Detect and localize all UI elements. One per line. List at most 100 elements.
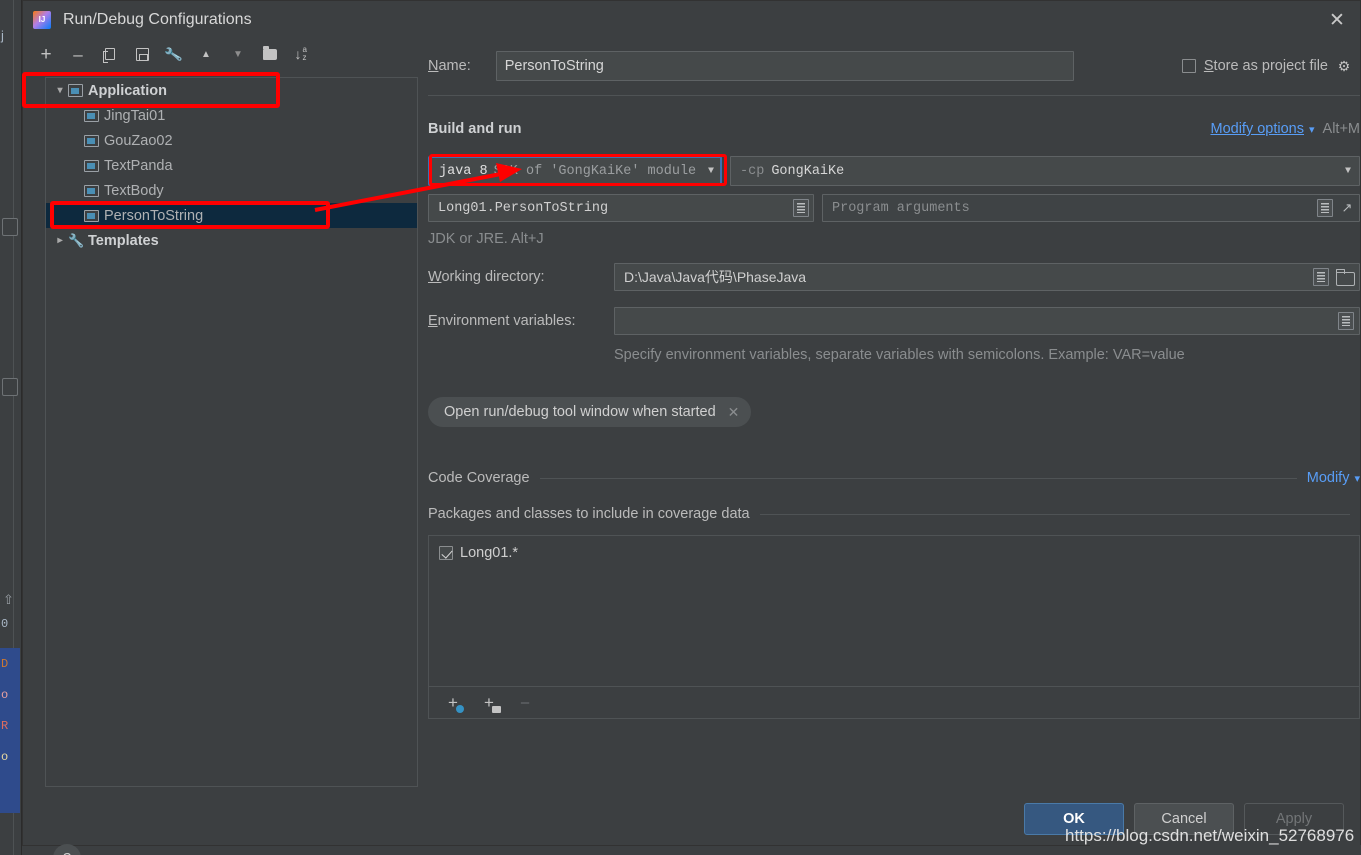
move-into-folder-button[interactable]	[261, 45, 279, 63]
remove-configuration-button[interactable]	[69, 45, 87, 63]
tree-node-textpanda[interactable]: TextPanda	[46, 153, 417, 178]
jre-selector[interactable]: java 8 SDK of 'GongKaiKe' module ▼	[428, 156, 722, 186]
application-icon	[84, 134, 99, 147]
tree-node-textbody[interactable]: TextBody	[46, 178, 417, 203]
ide-background-strip: j ⇧ 0 D o R o	[0, 0, 22, 855]
tree-node-persontostring[interactable]: PersonToString	[46, 203, 417, 228]
sort-configurations-button[interactable]	[293, 45, 311, 63]
classpath-selector[interactable]: -cp GongKaiKe ▼	[730, 156, 1360, 186]
open-run-window-chip-label: Open run/debug tool window when started	[444, 404, 716, 420]
open-run-window-chip[interactable]: Open run/debug tool window when started …	[428, 397, 752, 427]
working-directory-label: Working directory:	[428, 269, 545, 285]
classpath-prefix: -cp	[740, 163, 765, 179]
application-icon	[68, 84, 83, 97]
folder-browse-icon[interactable]	[1336, 269, 1355, 286]
application-icon	[84, 184, 99, 197]
name-input[interactable]: PersonToString	[495, 51, 1074, 81]
tree-node-gouzao02[interactable]: GouZao02	[46, 128, 417, 153]
close-small-icon[interactable]: ✕	[728, 404, 740, 421]
coverage-item-checkbox[interactable]	[439, 546, 453, 560]
editor-code-fragment: D	[1, 657, 9, 671]
coverage-list-toolbar: + + –	[428, 687, 1360, 719]
chevron-down-icon[interactable]: ▾	[1354, 472, 1360, 485]
chevron-down-icon[interactable]: ▾	[1309, 123, 1315, 136]
editor-code-fragment: R	[1, 719, 9, 733]
tree-node-label: JingTai01	[104, 107, 166, 124]
move-up-button[interactable]	[197, 45, 215, 63]
expand-icon[interactable]: ↗	[1339, 201, 1355, 216]
application-icon	[84, 159, 99, 172]
run-debug-configurations-dialog: Run/Debug Configurations ✕ ▾ Appl	[22, 0, 1361, 855]
configuration-editor-panel: Name: PersonToString Store as project fi…	[428, 39, 1360, 799]
store-as-project-file-control[interactable]: Store as project file ⚙	[1181, 51, 1352, 81]
chevron-right-icon[interactable]: ▸	[52, 235, 68, 246]
save-configuration-button[interactable]	[133, 45, 151, 63]
chevron-down-icon[interactable]: ▾	[52, 85, 68, 96]
macro-icon[interactable]	[1317, 199, 1333, 217]
configurations-tree[interactable]: ▾ Application JingTai01 GouZao02 TextPan…	[45, 77, 418, 787]
modify-options-shortcut: Alt+M	[1322, 121, 1360, 137]
add-configuration-button[interactable]	[37, 45, 55, 63]
application-icon	[84, 209, 99, 222]
store-as-project-file-checkbox[interactable]	[1181, 59, 1196, 73]
tree-node-label: Application	[88, 82, 167, 99]
options-chip-row: Open run/debug tool window when started …	[428, 397, 1360, 427]
editor-code-fragment: o	[1, 688, 9, 702]
code-coverage-header: Code Coverage Modify ▾	[428, 467, 1360, 489]
editor-edge-text: j	[1, 28, 4, 43]
tree-node-jingtai01[interactable]: JingTai01	[46, 103, 417, 128]
gear-icon[interactable]: ⚙	[1336, 58, 1352, 74]
working-directory-value: D:\Java\Java代码\PhaseJava	[624, 269, 807, 285]
add-class-icon[interactable]: +	[443, 693, 464, 713]
name-row: Name: PersonToString Store as project fi…	[428, 51, 1360, 81]
add-package-icon[interactable]: +	[479, 693, 501, 713]
tree-node-label: TextBody	[104, 182, 164, 199]
jre-description: SDK of 'GongKaiKe' module	[493, 163, 697, 179]
store-as-project-file-label: Store as project file	[1203, 58, 1328, 74]
main-class-input[interactable]: Long01.PersonToString	[428, 194, 814, 222]
move-down-button[interactable]	[229, 45, 247, 63]
tree-node-templates[interactable]: ▸ 🔧 Templates	[46, 228, 417, 253]
chevron-down-icon[interactable]: ▼	[1345, 166, 1351, 177]
tree-node-label: GouZao02	[104, 132, 173, 149]
macro-icon[interactable]	[1313, 268, 1329, 286]
jre-version: java 8	[439, 163, 488, 179]
coverage-item-label: Long01.*	[460, 545, 519, 561]
environment-variables-input[interactable]	[614, 307, 1360, 335]
coverage-list-title: Packages and classes to include in cover…	[428, 506, 750, 522]
modify-options-link[interactable]: Modify options	[1211, 121, 1305, 137]
tree-node-label: Templates	[88, 232, 159, 249]
tree-node-application[interactable]: ▾ Application	[46, 78, 417, 103]
macro-icon[interactable]	[1338, 312, 1354, 330]
name-input-value: PersonToString	[504, 58, 604, 74]
environment-variables-row: Environment variables:	[428, 307, 1360, 335]
coverage-modify-link[interactable]: Modify	[1307, 470, 1350, 486]
coverage-list-item[interactable]: Long01.*	[429, 536, 1359, 561]
main-class-value: Long01.PersonToString	[438, 200, 609, 216]
macro-icon[interactable]	[793, 199, 809, 217]
working-directory-input[interactable]: D:\Java\Java代码\PhaseJava	[614, 263, 1360, 291]
application-icon	[84, 109, 99, 122]
copy-configuration-button[interactable]	[101, 45, 119, 63]
chevron-down-icon[interactable]: ▼	[708, 166, 714, 177]
divider	[539, 477, 1297, 479]
code-fold-marker	[2, 378, 18, 396]
help-button[interactable]: ?	[53, 844, 81, 855]
tree-node-label: TextPanda	[104, 157, 173, 174]
environment-hint: Specify environment variables, separate …	[614, 347, 1185, 363]
coverage-patterns-list[interactable]: Long01.*	[428, 535, 1360, 687]
edit-templates-button[interactable]	[165, 45, 183, 63]
program-arguments-placeholder: Program arguments	[832, 200, 970, 216]
divider	[759, 513, 1350, 515]
main-class-and-args-row: Long01.PersonToString Program arguments …	[428, 194, 1360, 222]
configurations-toolbar	[25, 39, 421, 69]
program-arguments-input[interactable]: Program arguments ↗	[822, 194, 1360, 222]
build-and-run-title: Build and run	[428, 121, 522, 137]
build-and-run-header: Build and run Modify options ▾ Alt+M	[428, 118, 1360, 140]
jre-and-classpath-row: java 8 SDK of 'GongKaiKe' module ▼ -cp G…	[428, 156, 1360, 186]
dialog-title-bar: Run/Debug Configurations ✕	[23, 1, 1360, 39]
editor-code-fragment: 0	[1, 617, 9, 631]
modify-options-label: Modify options	[1210, 121, 1305, 137]
scroll-up-icon: ⇧	[3, 592, 14, 607]
close-icon[interactable]: ✕	[1314, 1, 1360, 39]
